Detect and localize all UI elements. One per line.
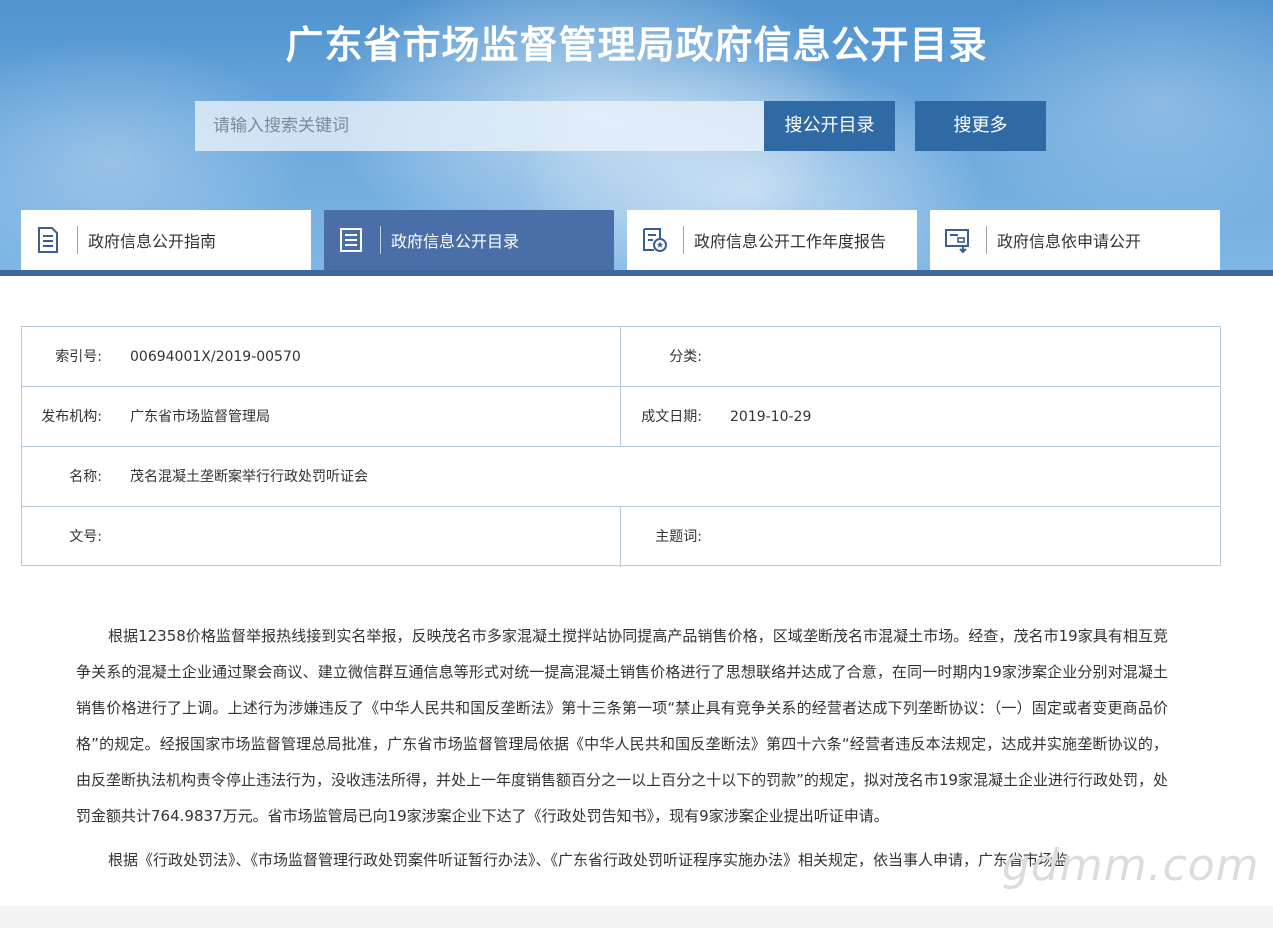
banner-bottom-border [0, 270, 1273, 276]
article-paragraph: 根据12358价格监督举报热线接到实名举报，反映茂名市多家混凝土搅拌站协同提高产… [76, 627, 1168, 825]
tab-label: 政府信息公开工作年度报告 [694, 232, 887, 251]
document-info-table: 索引号: 00694001X/2019-00570 分类: 发布机构: 广东省市… [21, 326, 1221, 567]
search-more-button[interactable]: 搜更多 [915, 101, 1046, 151]
date-label: 成文日期: [641, 409, 702, 425]
header-banner: 广东省市场监督管理局政府信息公开目录 搜公开目录 搜更多 政府信息公开指南 政府 [0, 0, 1273, 270]
application-download-icon [942, 225, 972, 255]
tab-label: 政府信息依申请公开 [997, 232, 1142, 251]
tab-separator [683, 226, 684, 254]
tab-label: 政府信息公开指南 [88, 232, 217, 251]
tab-annual-report[interactable]: 政府信息公开工作年度报告 [627, 210, 917, 270]
document-list-icon [33, 225, 63, 255]
keywords-label: 主题词: [655, 529, 702, 545]
doc-no-label: 文号: [69, 529, 102, 545]
info-row: 索引号: 00694001X/2019-00570 分类: [22, 327, 1220, 387]
catalog-book-icon [336, 225, 366, 255]
name-value: 茂名混凝土垄断案举行行政处罚听证会 [130, 469, 368, 485]
page-title: 广东省市场监督管理局政府信息公开目录 [285, 23, 988, 67]
watermark-logo: gdmm.com [1002, 840, 1260, 891]
tab-disclosure-guide[interactable]: 政府信息公开指南 [21, 210, 311, 270]
info-row: 发布机构: 广东省市场监督管理局 成文日期: 2019-10-29 [22, 387, 1220, 447]
tab-label: 政府信息公开目录 [391, 232, 520, 251]
report-badge-icon [639, 225, 669, 255]
publisher-label: 发布机构: [41, 409, 102, 425]
tab-disclosure-catalog[interactable]: 政府信息公开目录 [324, 210, 614, 270]
publisher-value: 广东省市场监督管理局 [130, 409, 270, 425]
index-no-value: 00694001X/2019-00570 [130, 349, 301, 365]
tab-separator [986, 226, 987, 254]
info-row: 文号: 主题词: [22, 507, 1220, 567]
tab-separator [77, 226, 78, 254]
tab-separator [380, 226, 381, 254]
tab-application-disclosure[interactable]: 政府信息依申请公开 [930, 210, 1220, 270]
date-value: 2019-10-29 [730, 409, 812, 425]
name-label: 名称: [69, 469, 102, 485]
category-label: 分类: [669, 349, 702, 365]
search-catalog-button[interactable]: 搜公开目录 [764, 101, 895, 151]
bottom-scroll-bar [0, 906, 1273, 928]
search-input[interactable] [195, 101, 764, 151]
info-row: 名称: 茂名混凝土垄断案举行行政处罚听证会 [22, 447, 1220, 507]
index-no-label: 索引号: [55, 349, 102, 365]
